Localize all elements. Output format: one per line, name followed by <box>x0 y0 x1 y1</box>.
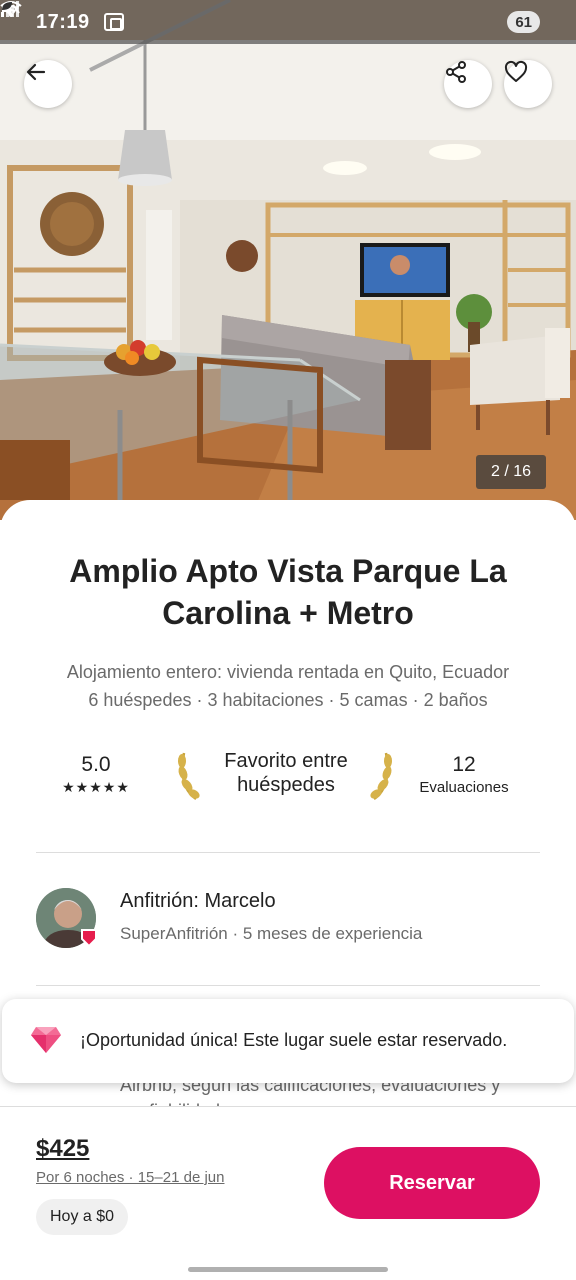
superhost-badge-icon <box>81 929 97 948</box>
battery-level: 61 <box>515 13 532 31</box>
rating-value: 5.0 <box>81 753 111 776</box>
battery-indicator: 61 <box>2 2 540 33</box>
total-price[interactable]: $425 <box>36 1135 89 1163</box>
arrow-left-icon <box>26 63 46 81</box>
host-subtitle: SuperAnfitrión · 5 meses de experiencia <box>120 924 423 943</box>
battery-saver-icon <box>2 2 12 10</box>
listing-type-location: Alojamiento entero: vivienda rentada en … <box>66 662 510 682</box>
status-time: 17:19 <box>36 10 90 33</box>
home-indicator[interactable] <box>188 1267 388 1272</box>
back-button[interactable] <box>24 60 72 108</box>
listing-capacity: 6 huéspedes · 3 habitaciones · 5 camas ·… <box>88 690 488 710</box>
guest-favorite-stats[interactable]: 5.0 ★★★★★ Favorito entre huéspedes 12 Ev… <box>36 745 540 815</box>
host-name[interactable]: Anfitrión: Marcelo <box>120 890 276 913</box>
reviews-label: Evaluaciones <box>419 779 509 796</box>
status-bar: 17:19 61 <box>0 0 576 44</box>
screen-record-icon <box>103 13 124 31</box>
reviews-count: 12 <box>452 753 476 776</box>
rating-stars: ★★★★★ <box>62 779 130 795</box>
listing-photo[interactable]: 17:19 61 2 / 16 <box>0 0 576 520</box>
photo-counter: 2 / 16 <box>476 455 546 489</box>
pay-today-badge: Hoy a $0 <box>36 1199 129 1235</box>
gem-icon <box>31 1027 61 1053</box>
listing-title: Amplio Apto Vista Parque La Carolina + M… <box>69 553 507 631</box>
divider <box>36 985 540 986</box>
heart-icon <box>504 60 528 82</box>
status-icons: 61 <box>0 1 540 33</box>
laurel-right-icon <box>370 752 392 801</box>
price-detail[interactable]: Por 6 noches · 15–21 de jun <box>36 1169 224 1186</box>
laurel-left-icon <box>178 752 200 801</box>
toast-message: ¡Oportunidad única! Este lugar suele est… <box>80 1030 508 1050</box>
reserve-button[interactable]: Reservar <box>324 1147 540 1219</box>
favorite-button[interactable] <box>504 60 552 108</box>
share-icon <box>446 61 466 83</box>
guest-favorite-label: Favorito entre huéspedes <box>224 750 348 796</box>
rare-find-toast: ¡Oportunidad única! Este lugar suele est… <box>2 999 574 1083</box>
divider <box>36 852 540 853</box>
share-button[interactable] <box>444 60 492 108</box>
booking-footer: $425 Por 6 noches · 15–21 de jun Hoy a $… <box>0 1106 576 1280</box>
